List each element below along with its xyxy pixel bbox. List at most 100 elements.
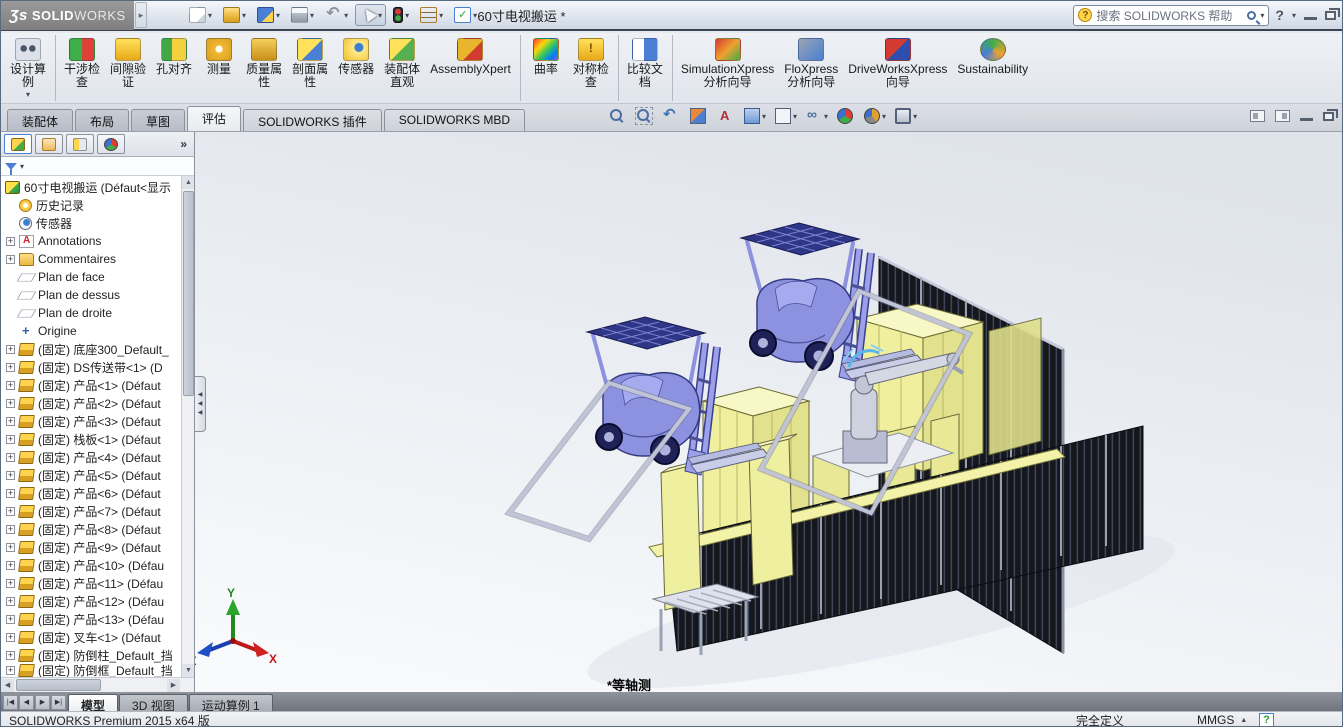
tree-item[interactable]: + (固定) 产品<12> (Défau <box>1 592 181 610</box>
previous-tab-button[interactable]: ◀ <box>19 695 34 710</box>
tree-item[interactable]: + (固定) 产品<10> (Défau <box>1 556 181 574</box>
tree-item[interactable]: + Origine <box>1 322 181 340</box>
tree-item[interactable]: + (固定) 产品<8> (Défaut <box>1 520 181 538</box>
tree-item[interactable]: + (固定) 产品<1> (Défaut <box>1 376 181 394</box>
expand-plus-icon[interactable]: + <box>6 435 15 444</box>
tab-evaluate[interactable]: 评估 <box>187 106 241 131</box>
tree-item[interactable]: + (固定) 产品<3> (Défaut <box>1 412 181 430</box>
menu-expand-arrow[interactable]: ▸ <box>135 2 147 28</box>
tree-item[interactable]: + Plan de face <box>1 268 181 286</box>
restore-button[interactable] <box>1325 11 1336 20</box>
new-document-button[interactable]: ▾ <box>185 4 216 26</box>
hole-alignment-button[interactable]: 孔对齐 <box>151 35 197 101</box>
edit-appearance-icon[interactable] <box>837 108 855 124</box>
hide-show-items-icon[interactable]: ▾ <box>806 108 828 124</box>
file-properties-button[interactable]: ▾ <box>416 4 447 26</box>
expand-plus-icon[interactable]: + <box>6 579 15 588</box>
expand-plus-icon[interactable]: + <box>6 345 15 354</box>
tree-item[interactable]: + Plan de dessus <box>1 286 181 304</box>
tree-item[interactable]: + (固定) 底座300_Default_ <box>1 340 181 358</box>
tree-item[interactable]: + Commentaires <box>1 250 181 268</box>
horizontal-scroll-thumb[interactable] <box>16 679 101 691</box>
tab-solidworks-mbd[interactable]: SOLIDWORKS MBD <box>384 109 525 131</box>
simulationxpress-button[interactable]: SimulationXpress 分析向导 <box>676 35 779 101</box>
scroll-left-icon[interactable]: ◀ <box>1 679 14 692</box>
sensor-button[interactable]: 传感器 <box>333 35 379 101</box>
tree-item[interactable]: + Annotations <box>1 232 181 250</box>
expand-plus-icon[interactable]: + <box>6 453 15 462</box>
tree-item[interactable]: + (固定) 产品<13> (Défau <box>1 610 181 628</box>
scroll-right-icon[interactable]: ▶ <box>167 679 180 692</box>
view-settings-icon[interactable]: ▾ <box>895 108 917 124</box>
tree-item[interactable]: + (固定) 产品<6> (Défaut <box>1 484 181 502</box>
graphics-area[interactable]: Y X Z *等轴测 » <box>1 132 1342 692</box>
expand-plus-icon[interactable]: + <box>6 525 15 534</box>
expand-plus-icon[interactable]: + <box>6 561 15 570</box>
last-tab-button[interactable]: ▶| <box>51 695 66 710</box>
symmetry-check-button[interactable]: 对称检 查 <box>568 35 619 101</box>
display-style-icon[interactable]: ▾ <box>775 108 797 124</box>
print-button[interactable]: ▾ <box>287 4 318 26</box>
tab-assembly[interactable]: 装配体 <box>7 109 73 131</box>
expand-plus-icon[interactable]: + <box>6 597 15 606</box>
tree-item[interactable]: + Plan de droite <box>1 304 181 322</box>
expand-plus-icon[interactable]: + <box>6 381 15 390</box>
document-restore-button[interactable] <box>1323 112 1334 121</box>
expand-plus-icon[interactable]: + <box>6 237 15 246</box>
curvature-button[interactable]: 曲率 <box>524 35 568 101</box>
design-study-button[interactable]: 设计算 例 ▾ <box>5 35 56 101</box>
tab-sketch[interactable]: 草图 <box>131 109 185 131</box>
tree-item[interactable]: + (固定) 叉车<1> (Défaut <box>1 628 181 646</box>
configurationmanager-tab[interactable] <box>66 134 94 154</box>
tree-item[interactable]: + (固定) 产品<11> (Défau <box>1 574 181 592</box>
tree-item[interactable]: + (固定) 产品<2> (Défaut <box>1 394 181 412</box>
search-box[interactable]: ? 搜索 SOLIDWORKS 帮助 ▾ <box>1073 5 1269 26</box>
clearance-verification-button[interactable]: 间隙验 证 <box>105 35 151 101</box>
tree-item[interactable]: + (固定) 产品<7> (Défaut <box>1 502 181 520</box>
view-orientation-icon[interactable]: ▾ <box>744 108 766 124</box>
expand-plus-icon[interactable]: + <box>6 417 15 426</box>
featuremanager-tab[interactable] <box>4 134 32 154</box>
expand-plus-icon[interactable]: + <box>6 666 15 675</box>
pane-right-icon[interactable] <box>1275 110 1290 122</box>
filter-dropdown[interactable]: ▾ <box>20 162 24 171</box>
solidworks-logo[interactable]: Ʒs SOLIDWORKS <box>1 0 134 30</box>
expand-plus-icon[interactable]: + <box>6 471 15 480</box>
apply-scene-icon[interactable]: ▾ <box>864 108 886 124</box>
document-minimize-button[interactable] <box>1300 111 1313 121</box>
previous-view-icon[interactable] <box>663 108 681 124</box>
status-help-icon[interactable]: ? <box>1259 713 1274 727</box>
select-button[interactable]: ▾ <box>355 4 386 26</box>
section-properties-button[interactable]: 剖面属 性 <box>287 35 333 101</box>
tree-item[interactable]: + 历史记录 <box>1 196 181 214</box>
measure-button[interactable]: 测量 <box>197 35 241 101</box>
tree-vertical-scrollbar[interactable]: ▲ ▼ <box>181 176 194 677</box>
section-view-icon[interactable] <box>690 108 708 124</box>
sustainability-button[interactable]: Sustainability <box>952 35 1033 101</box>
help-dropdown[interactable]: ▾ <box>1292 11 1296 20</box>
expand-plus-icon[interactable]: + <box>6 651 15 660</box>
tree-item[interactable]: + (固定) 产品<4> (Défaut <box>1 448 181 466</box>
tree-filter-bar[interactable]: ▾ <box>1 157 194 176</box>
expand-plus-icon[interactable]: + <box>6 507 15 516</box>
mass-properties-button[interactable]: 质量属 性 <box>241 35 287 101</box>
tree-item[interactable]: + 60寸电视搬运 (Défaut<显示 <box>1 178 181 196</box>
search-input[interactable]: 搜索 SOLIDWORKS 帮助 <box>1096 7 1243 24</box>
scroll-down-icon[interactable]: ▼ <box>182 664 194 677</box>
pane-left-icon[interactable] <box>1250 110 1265 122</box>
propertymanager-tab[interactable] <box>35 134 63 154</box>
tab-motion-study[interactable]: 运动算例 1 <box>189 694 273 711</box>
undo-button[interactable]: ▾ <box>321 4 352 26</box>
expand-plus-icon[interactable]: + <box>6 399 15 408</box>
rebuild-button[interactable]: ▾ <box>389 4 413 26</box>
floxpress-button[interactable]: FloXpress 分析向导 <box>779 35 843 101</box>
tree-item[interactable]: + (固定) 产品<9> (Défaut <box>1 538 181 556</box>
tree-item[interactable]: + 传感器 <box>1 214 181 232</box>
tree-item[interactable]: + (固定) 防倒柱_Default_挡 <box>1 646 181 664</box>
help-button[interactable]: ? <box>1275 7 1284 23</box>
save-button[interactable]: ▾ <box>253 4 284 26</box>
compare-documents-button[interactable]: 比较文 档 <box>622 35 673 101</box>
next-tab-button[interactable]: ▶ <box>35 695 50 710</box>
displaymanager-tab[interactable] <box>97 134 125 154</box>
tree-horizontal-scrollbar[interactable]: ◀ ▶ <box>1 677 194 692</box>
